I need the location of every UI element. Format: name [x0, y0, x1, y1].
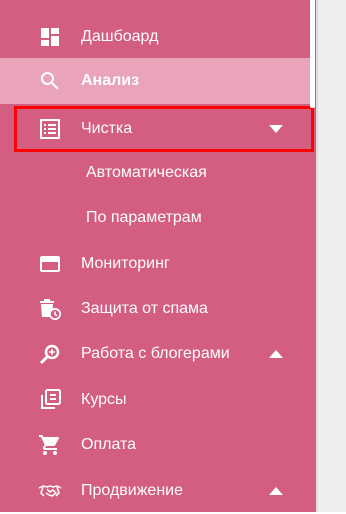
sidebar-item-label: Продвижение	[81, 482, 183, 499]
card-icon	[38, 252, 62, 276]
sidebar-item-dashboard[interactable]: Дашбоард	[0, 14, 310, 60]
submenu-item-by-parameters[interactable]: По параметрам	[0, 195, 310, 241]
sidebar-item-label: Чистка	[81, 120, 133, 137]
scrollbar-thumb[interactable]	[310, 0, 315, 108]
submenu-item-automatic[interactable]: Автоматическая	[0, 150, 310, 196]
sidebar-item-label: Мониторинг	[81, 255, 170, 272]
chevron-down-icon[interactable]	[268, 124, 284, 134]
submenu-item-label: Автоматическая	[86, 164, 207, 181]
sidebar-item-courses[interactable]: Курсы	[0, 377, 310, 423]
zoom-search-icon	[38, 342, 62, 366]
handshake-icon	[38, 479, 62, 503]
sidebar-item-label: Анализ	[81, 72, 140, 89]
content-area	[316, 0, 346, 512]
search-icon	[38, 69, 62, 93]
sidebar-item-bloggers[interactable]: Работа с блогерами	[0, 331, 310, 377]
sidebar-item-label: Дашбоард	[81, 28, 159, 45]
sidebar-item-payment[interactable]: Оплата	[0, 422, 310, 468]
library-icon	[38, 388, 62, 412]
list-icon	[38, 117, 62, 141]
sidebar-item-label: Защита от спама	[81, 300, 208, 317]
sidebar-item-label: Оплата	[81, 436, 137, 453]
sidebar-item-spam-protection[interactable]: Защита от спама	[0, 286, 310, 332]
chevron-up-icon[interactable]	[268, 486, 284, 496]
dashboard-icon	[38, 25, 62, 49]
submenu-item-label: По параметрам	[86, 209, 202, 226]
sidebar-item-label: Работа с блогерами	[81, 345, 230, 362]
chevron-up-icon[interactable]	[268, 349, 284, 359]
cart-icon	[38, 433, 62, 457]
sidebar-item-cleaning[interactable]: Чистка	[0, 106, 310, 152]
trash-clock-icon	[38, 297, 62, 321]
sidebar-item-promotion[interactable]: Продвижение	[0, 468, 310, 514]
sidebar-item-monitoring[interactable]: Мониторинг	[0, 241, 310, 287]
sidebar: Дашбоард Анализ Чистка Автоматическая По…	[0, 0, 316, 512]
sidebar-item-label: Курсы	[81, 391, 127, 408]
sidebar-item-analysis[interactable]: Анализ	[0, 58, 310, 104]
